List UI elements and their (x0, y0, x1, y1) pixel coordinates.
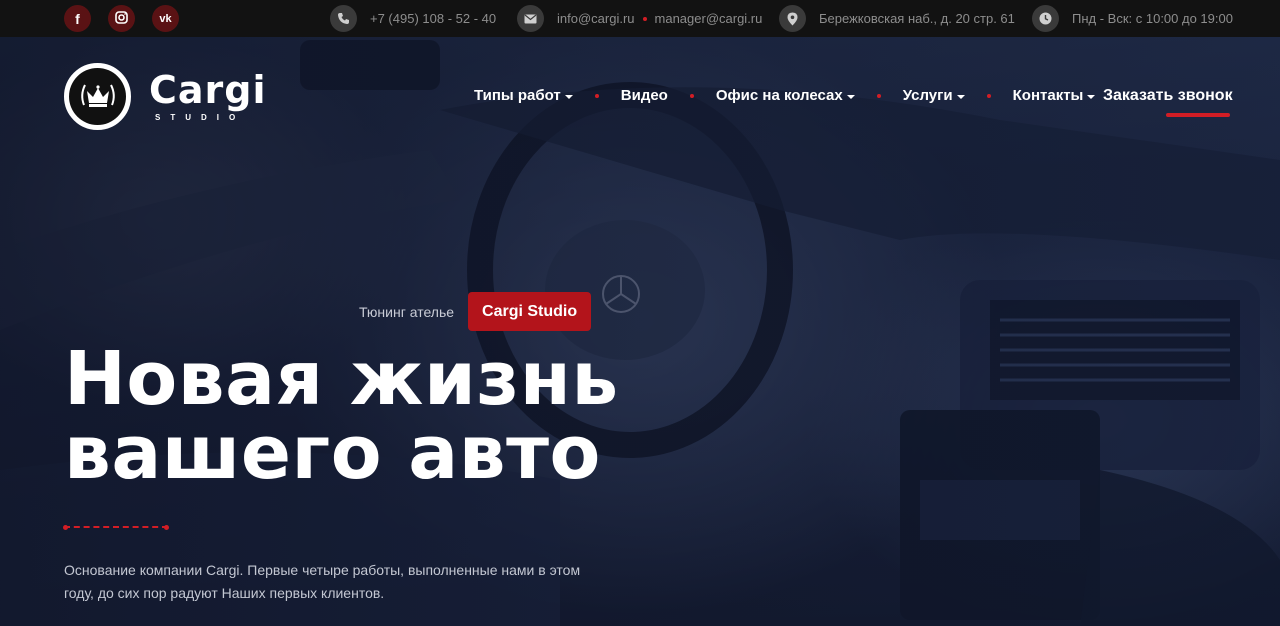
nav-separator (594, 93, 599, 98)
caret-down-icon (956, 94, 965, 99)
hero-eyebrow: Тюнинг ателье Cargi Studio (359, 292, 592, 331)
site-logo[interactable]: Cargi STUDIO (64, 63, 267, 130)
instagram-icon (115, 10, 128, 27)
hero-description: Основание компании Cargi. Первые четыре … (64, 562, 581, 601)
facebook-icon: f (75, 10, 80, 27)
email-contact: info@cargi.ru manager@cargi.ru (517, 5, 762, 32)
phone-link[interactable]: +7 (495) 108 - 52 - 40 (370, 11, 496, 26)
email-separator (642, 16, 647, 21)
vk-link[interactable]: vk (152, 5, 179, 32)
caret-down-icon (1087, 94, 1096, 99)
email-link-info[interactable]: info@cargi.ru (557, 11, 635, 26)
nav-item-work-types[interactable]: Типы работ (474, 87, 573, 104)
phone-icon (330, 5, 357, 32)
nav-item-label: Услуги (902, 87, 953, 104)
clock-icon (1032, 5, 1059, 32)
logo-emblem (64, 63, 131, 130)
caret-down-icon (564, 94, 573, 99)
phone-contact: +7 (495) 108 - 52 - 40 (330, 5, 496, 32)
nav-separator (876, 93, 881, 98)
instagram-link[interactable] (108, 5, 135, 32)
hero-badge: Cargi Studio (468, 292, 592, 331)
nav-item-label: Контакты (1012, 87, 1084, 104)
nav-item-label: Офис на колесах (715, 87, 843, 104)
main-nav: Типы работ Видео Офис на колесах Услуги … (474, 87, 1096, 104)
address-text: Бережковская наб., д. 20 стр. 61 (819, 11, 1015, 26)
working-hours-text: Пнд - Вск: с 10:00 до 19:00 (1072, 11, 1233, 26)
hero-eyebrow-text: Тюнинг ателье (359, 303, 455, 320)
nav-item-video[interactable]: Видео (621, 87, 668, 104)
nav-separator (689, 93, 694, 98)
nav-item-services[interactable]: Услуги (903, 87, 965, 104)
nav-separator (986, 93, 991, 98)
logo-name: Cargi (149, 68, 267, 112)
address-contact: Бережковская наб., д. 20 стр. 61 (779, 5, 1015, 32)
location-pin-icon (779, 5, 806, 32)
top-bar: f vk +7 (495) 108 - 52 - 40 info@cargi.r… (0, 0, 1280, 37)
nav-item-contacts[interactable]: Контакты (1013, 87, 1096, 104)
caret-down-icon (846, 94, 855, 99)
nav-item-label: Видео (620, 87, 668, 104)
logo-subtitle: STUDIO (155, 113, 246, 122)
decorative-divider (63, 525, 169, 530)
hours-contact: Пнд - Вск: с 10:00 до 19:00 (1032, 5, 1233, 32)
nav-item-mobile-office[interactable]: Офис на колесах (716, 87, 855, 104)
facebook-link[interactable]: f (64, 5, 91, 32)
hero-headline-line-2: вашего авто (64, 410, 601, 496)
crown-icon (80, 84, 115, 107)
request-call-button[interactable]: Заказать звонок (1103, 87, 1233, 105)
hero-headline-line-1: Новая жизнь (64, 336, 619, 422)
mail-icon (517, 5, 544, 32)
email-link-manager[interactable]: manager@cargi.ru (655, 11, 763, 26)
cta-underline (1166, 113, 1230, 117)
nav-item-label: Типы работ (474, 87, 561, 104)
hero-headline: Новая жизнь вашего авто (64, 342, 619, 490)
vk-icon: vk (159, 12, 172, 25)
social-links: f vk (64, 5, 179, 32)
